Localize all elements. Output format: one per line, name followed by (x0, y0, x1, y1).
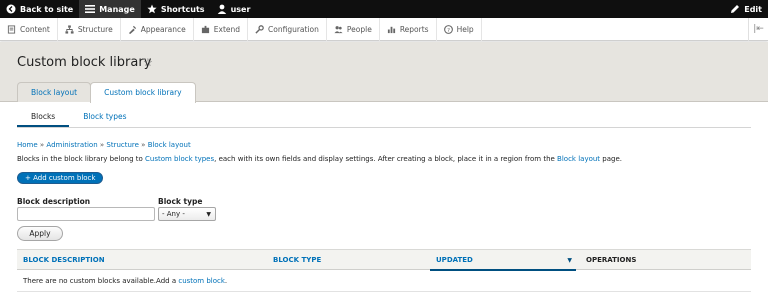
header-block-type[interactable]: BLOCK TYPE (273, 250, 321, 271)
appearance-icon (128, 25, 136, 34)
configuration-icon (255, 24, 264, 34)
block-type-value: - Any - (162, 210, 185, 218)
shortcuts-tab[interactable]: Shortcuts (141, 0, 211, 18)
reports-icon (387, 26, 395, 33)
user-label: user (230, 4, 251, 14)
custom-blocks-table: BLOCK DESCRIPTION BLOCK TYPE UPDATED ▼ O… (17, 249, 751, 292)
tray-item-label: Content (20, 24, 50, 34)
tray-item-help[interactable]: ? Help (437, 17, 482, 41)
edit-toggle[interactable]: Edit (724, 0, 768, 18)
tray-item-reports[interactable]: Reports (380, 17, 437, 41)
back-to-site-link[interactable]: Back to site (0, 0, 79, 18)
back-to-site-label: Back to site (20, 4, 74, 14)
table-empty-row: There are no custom blocks available.Add… (17, 270, 751, 292)
hamburger-icon (85, 5, 96, 13)
apply-button[interactable]: Apply (17, 226, 63, 241)
tray-item-label: Structure (77, 24, 113, 34)
tray-item-label: People (346, 24, 372, 34)
block-type-label: Block type (158, 197, 203, 206)
tray-item-label: Help (456, 24, 474, 34)
header-updated-label: UPDATED (436, 256, 473, 264)
add-custom-block-link[interactable]: custom block (178, 277, 225, 285)
extend-icon (201, 25, 209, 33)
block-description-label: Block description (17, 197, 91, 206)
admin-toolbar: Back to site Manage Shortcuts user Edit (0, 0, 768, 18)
header-updated[interactable]: UPDATED ▼ (430, 250, 576, 271)
block-description-input[interactable] (17, 207, 155, 221)
breadcrumb-structure[interactable]: Structure (106, 141, 139, 149)
pencil-icon (731, 5, 740, 13)
intro-middle: , each with its own fields and display s… (214, 155, 558, 163)
table-header: BLOCK DESCRIPTION BLOCK TYPE UPDATED ▼ O… (17, 249, 751, 271)
chevron-down-icon: ▼ (206, 211, 211, 218)
breadcrumb: Home » Administration » Structure » Bloc… (17, 141, 191, 149)
tray-item-label: Reports (399, 24, 429, 34)
tray-item-label: Extend (213, 24, 241, 34)
tray-item-label: Configuration (268, 24, 319, 34)
tray-item-people[interactable]: People (327, 17, 380, 41)
tray-orientation-toggle[interactable]: |⇤ (748, 17, 768, 41)
breadcrumb-administration[interactable]: Administration (46, 141, 97, 149)
tray-item-content[interactable]: Content (0, 17, 58, 41)
help-icon: ? (443, 24, 453, 34)
empty-add-text: Add a (156, 277, 179, 285)
block-type-select[interactable]: - Any - ▼ (158, 207, 216, 221)
user-icon (217, 4, 226, 14)
empty-text: There are no custom blocks available. (23, 277, 157, 285)
svg-text:?: ? (447, 27, 450, 33)
edit-label: Edit (744, 4, 762, 14)
people-icon (334, 25, 343, 33)
intro-prefix: Blocks in the block library belong to (17, 155, 146, 163)
tab-blocks[interactable]: Blocks (17, 108, 70, 127)
tab-custom-block-library[interactable]: Custom block library (90, 82, 196, 103)
tray-item-label: Appearance (140, 24, 186, 34)
tray-item-structure[interactable]: Structure (58, 17, 121, 41)
breadcrumb-block-layout[interactable]: Block layout (148, 141, 191, 149)
tab-block-types[interactable]: Block types (69, 108, 140, 127)
user-tab[interactable]: user (211, 0, 257, 18)
secondary-tabs: Blocks Block types (17, 108, 751, 128)
block-layout-link[interactable]: Block layout (557, 155, 600, 163)
intro-text: Blocks in the block library belong to Cu… (17, 155, 622, 163)
admin-tray-menu: Content Structure Appearance Extend Conf… (0, 17, 768, 41)
tab-block-layout[interactable]: Block layout (17, 82, 92, 102)
header-operations: OPERATIONS (586, 256, 637, 264)
tray-item-appearance[interactable]: Appearance (121, 17, 194, 41)
intro-suffix: page. (600, 155, 622, 163)
add-custom-block-button[interactable]: + Add custom block (17, 172, 104, 184)
manage-label: Manage (99, 4, 135, 14)
manage-tab[interactable]: Manage (79, 0, 141, 18)
sort-desc-icon: ▼ (567, 257, 572, 264)
shortcuts-label: Shortcuts (160, 4, 205, 14)
primary-tabs: Block layout Custom block library (17, 82, 196, 103)
orientation-icon: |⇤ (753, 24, 764, 34)
custom-block-types-link[interactable]: Custom block types (145, 155, 214, 163)
tray-item-extend[interactable]: Extend (194, 17, 249, 41)
back-arrow-icon (6, 4, 16, 14)
breadcrumb-home[interactable]: Home (17, 141, 38, 149)
empty-end-text: . (224, 277, 228, 285)
page-title: Custom block library (17, 55, 152, 70)
shortcut-star-icon[interactable]: ☆ (143, 56, 153, 69)
tray-item-configuration[interactable]: Configuration (248, 17, 327, 41)
star-icon (147, 4, 157, 14)
header-block-description[interactable]: BLOCK DESCRIPTION (23, 250, 105, 271)
structure-icon (65, 24, 74, 34)
content-icon (7, 24, 16, 34)
page-header: Custom block library ☆ Block layout Cust… (0, 42, 768, 103)
